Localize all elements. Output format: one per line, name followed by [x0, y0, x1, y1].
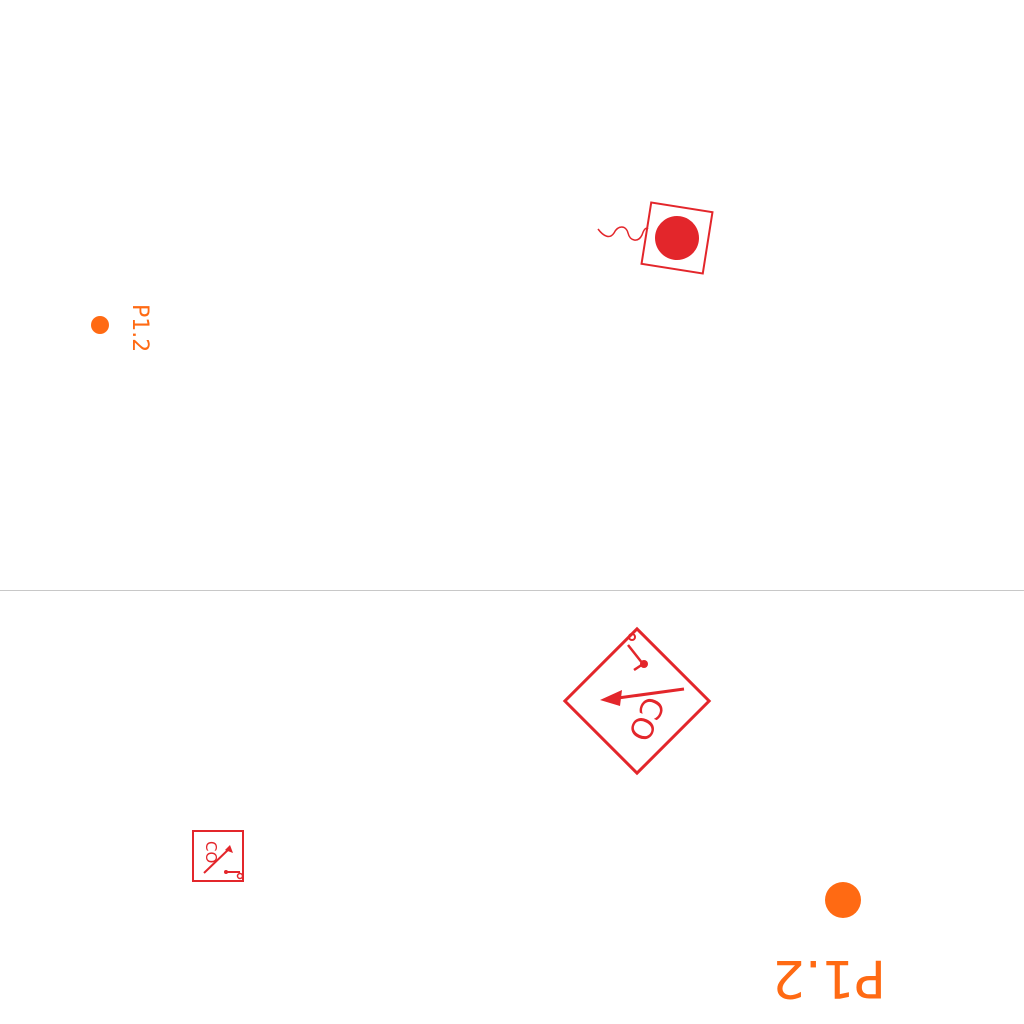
point-dot-icon[interactable]	[89, 315, 111, 337]
point-label-top: P1.2	[127, 304, 152, 353]
floorplan-canvas: P1.2 CO CO P1.2	[0, 0, 1024, 1024]
signal-lamp-icon[interactable]	[590, 195, 720, 285]
point-label-bottom: P1.2	[771, 948, 886, 1008]
point-dot-icon[interactable]	[823, 880, 863, 920]
small-detector-label: CO	[202, 841, 220, 864]
panel-divider	[0, 590, 1024, 591]
